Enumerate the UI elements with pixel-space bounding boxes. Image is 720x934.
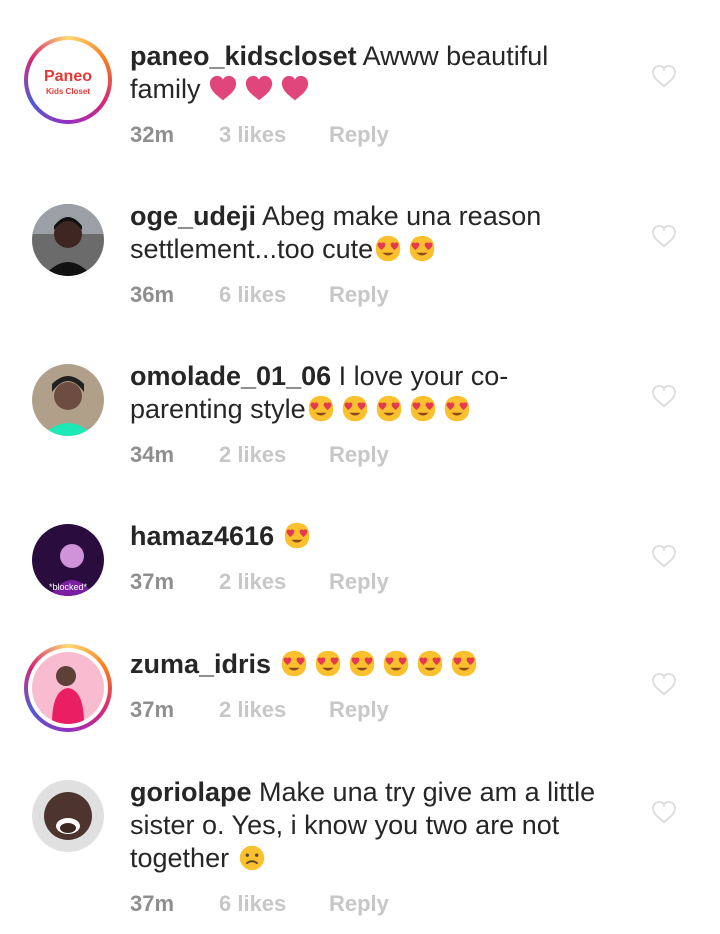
reply-button[interactable]: Reply	[329, 442, 389, 468]
heart-eyes-emoji	[340, 393, 370, 423]
avatar	[32, 780, 104, 852]
timestamp: 37m	[130, 697, 175, 722]
timestamp: 32m	[130, 122, 175, 147]
heart-outline-icon[interactable]	[651, 672, 677, 696]
comment-text: zuma_idris	[130, 648, 610, 681]
sad-face-emoji	[237, 842, 267, 872]
username[interactable]: zuma_idris	[130, 649, 271, 679]
heart-eyes-emoji	[381, 648, 411, 678]
avatar	[32, 204, 104, 276]
heart-emoji	[244, 74, 274, 102]
reply-button[interactable]: Reply	[329, 569, 389, 595]
heart-eyes-emoji	[279, 648, 309, 678]
avatar: Paneo Kids Closet	[32, 44, 104, 116]
heart-eyes-emoji	[347, 648, 377, 678]
comment-text: paneo_kidscloset Awww beautiful family	[130, 40, 610, 106]
heart-emoji	[208, 74, 238, 102]
heart-eyes-emoji	[449, 648, 479, 678]
avatar-container[interactable]	[24, 772, 112, 860]
avatar-container[interactable]: *blocked*	[24, 516, 112, 604]
timestamp: 34m	[130, 442, 175, 467]
likes-count[interactable]: 2 likes	[219, 697, 329, 723]
avatar-story-ring[interactable]: Paneo Kids Closet	[24, 36, 112, 124]
heart-eyes-emoji	[306, 393, 336, 423]
comment-meta: 32m 3 likes Reply	[130, 122, 389, 148]
comment-text: omolade_01_06 I love your co-parenting s…	[130, 360, 610, 426]
heart-outline-icon[interactable]	[651, 384, 677, 408]
heart-eyes-emoji	[373, 233, 403, 263]
likes-count[interactable]: 2 likes	[219, 569, 329, 595]
username[interactable]: paneo_kidscloset	[130, 41, 357, 71]
heart-outline-icon[interactable]	[651, 800, 677, 824]
comment-meta: 37m 6 likes Reply	[130, 891, 389, 917]
comment-meta: 34m 2 likes Reply	[130, 442, 389, 468]
avatar-caption: *blocked*	[49, 582, 88, 592]
likes-count[interactable]: 3 likes	[219, 122, 329, 148]
heart-eyes-emoji	[442, 393, 472, 423]
username[interactable]: oge_udeji	[130, 201, 256, 231]
username[interactable]: hamaz4616	[130, 521, 274, 551]
avatar: *blocked*	[32, 524, 104, 596]
heart-outline-icon[interactable]	[651, 544, 677, 568]
reply-button[interactable]: Reply	[329, 122, 389, 148]
username[interactable]: omolade_01_06	[130, 361, 331, 391]
reply-button[interactable]: Reply	[329, 697, 389, 723]
avatar-logo-subtext: Kids Closet	[46, 87, 90, 96]
heart-eyes-emoji	[415, 648, 445, 678]
username[interactable]: goriolape	[130, 777, 252, 807]
heart-eyes-emoji	[374, 393, 404, 423]
heart-emoji	[280, 74, 310, 102]
avatar	[32, 652, 104, 724]
reply-button[interactable]: Reply	[329, 282, 389, 308]
avatar	[32, 364, 104, 436]
timestamp: 37m	[130, 891, 175, 916]
heart-eyes-emoji	[407, 233, 437, 263]
comment-text: hamaz4616	[130, 520, 610, 553]
avatar-container[interactable]	[24, 356, 112, 444]
comment-meta: 36m 6 likes Reply	[130, 282, 389, 308]
heart-eyes-emoji	[408, 393, 438, 423]
timestamp: 36m	[130, 282, 175, 307]
comment-text: goriolape Make una try give am a little …	[130, 776, 610, 875]
comment-meta: 37m 2 likes Reply	[130, 697, 389, 723]
heart-eyes-emoji	[282, 520, 312, 550]
heart-outline-icon[interactable]	[651, 224, 677, 248]
heart-outline-icon[interactable]	[651, 64, 677, 88]
comment-meta: 37m 2 likes Reply	[130, 569, 389, 595]
timestamp: 37m	[130, 569, 175, 594]
likes-count[interactable]: 6 likes	[219, 282, 329, 308]
heart-eyes-emoji	[313, 648, 343, 678]
avatar-logo-text: Paneo	[44, 68, 92, 85]
avatar-container[interactable]	[24, 196, 112, 284]
reply-button[interactable]: Reply	[329, 891, 389, 917]
comment-text: oge_udeji Abeg make una reason settlemen…	[130, 200, 610, 266]
avatar-story-ring[interactable]	[24, 644, 112, 732]
likes-count[interactable]: 6 likes	[219, 891, 329, 917]
likes-count[interactable]: 2 likes	[219, 442, 329, 468]
